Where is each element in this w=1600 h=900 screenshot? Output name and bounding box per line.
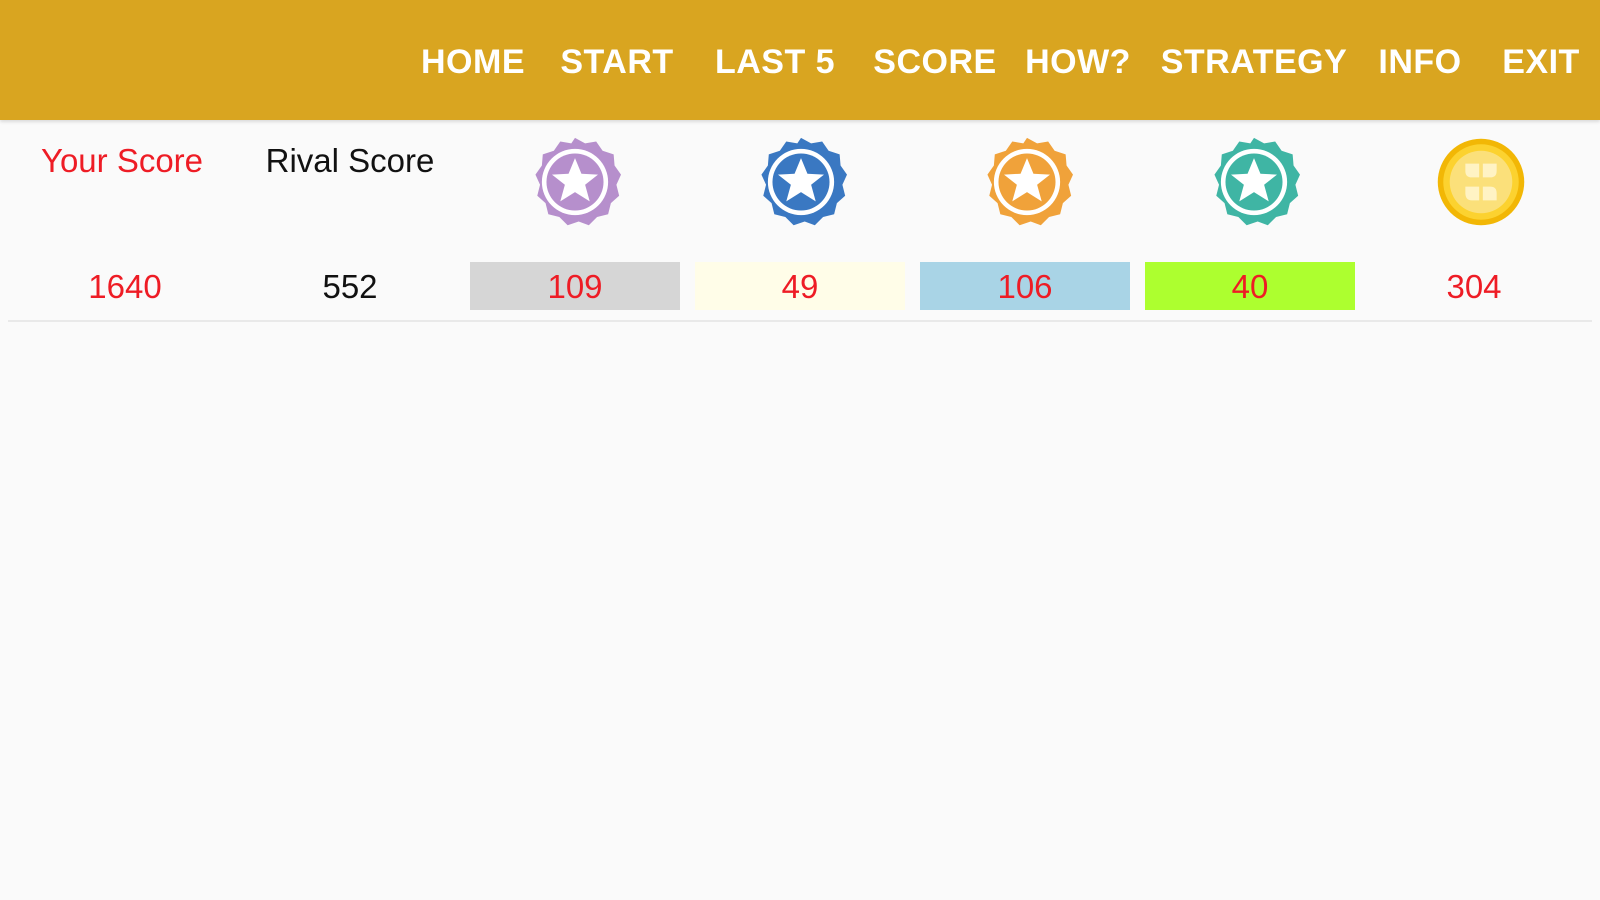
scoreboard: Your Score Rival Score 1640 552 109 49 1… [0, 120, 1600, 900]
nav-home[interactable]: HOME [421, 0, 525, 120]
coin-count: 304 [1446, 268, 1502, 305]
gold-coin-icon [1435, 136, 1527, 228]
nav-start[interactable]: START [560, 0, 673, 120]
nav-strategy[interactable]: STRATEGY [1161, 0, 1348, 120]
nav-info[interactable]: INFO [1378, 0, 1461, 120]
nav-last-5[interactable]: LAST 5 [715, 0, 835, 120]
rival-score-value: 552 [322, 268, 378, 305]
nav-score[interactable]: SCORE [873, 0, 996, 120]
blue-star-badge-icon [755, 136, 847, 228]
top-navigation-bar: HOME START LAST 5 SCORE HOW? STRATEGY IN… [0, 0, 1600, 120]
orange-badge-count: 106 [920, 262, 1130, 310]
rival-score-label: Rival Score [265, 142, 435, 179]
your-score-label: Your Score [40, 142, 204, 179]
purple-star-badge-icon [529, 136, 621, 228]
teal-badge-count: 40 [1145, 262, 1355, 310]
your-score-value: 1640 [88, 268, 162, 305]
teal-star-badge-icon [1208, 136, 1300, 228]
orange-star-badge-icon [981, 136, 1073, 228]
nav-how[interactable]: HOW? [1025, 0, 1131, 120]
row-divider [8, 320, 1592, 322]
blue-badge-count: 49 [695, 262, 905, 310]
nav-exit[interactable]: EXIT [1502, 0, 1580, 120]
purple-badge-count: 109 [470, 262, 680, 310]
